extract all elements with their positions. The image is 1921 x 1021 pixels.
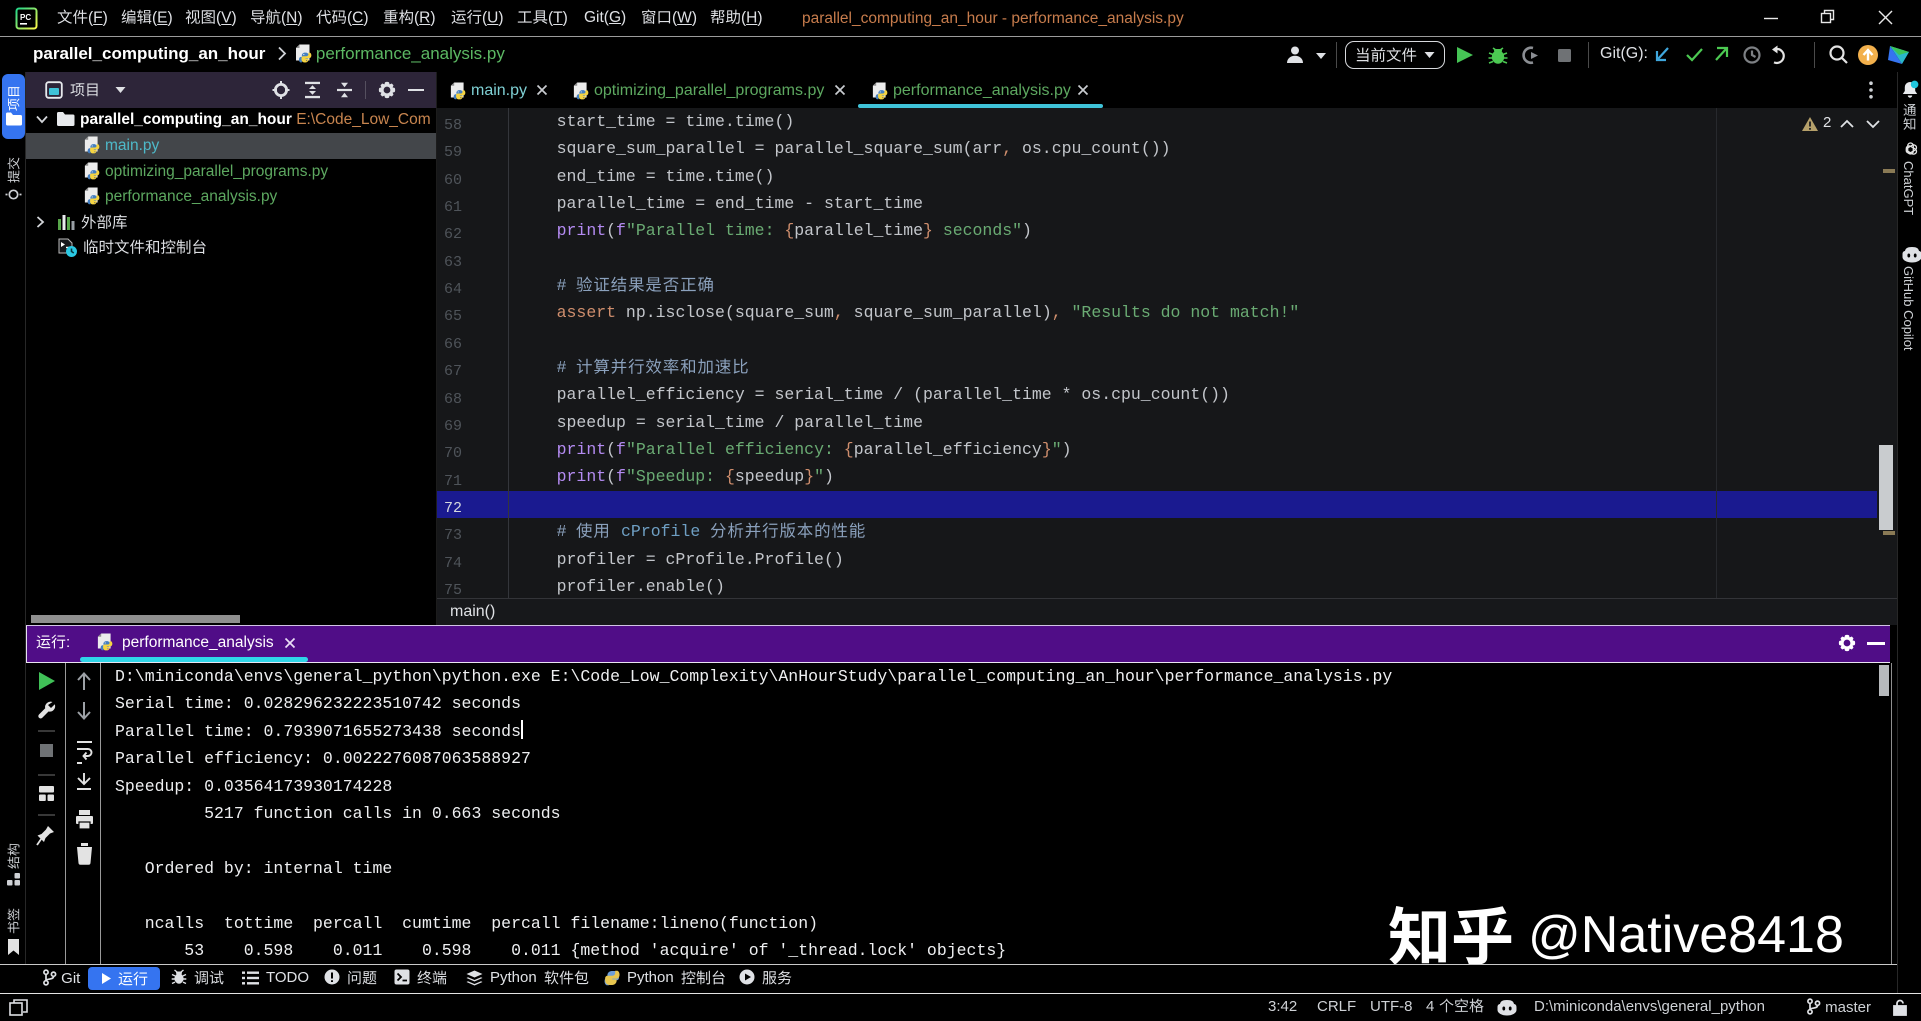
svg-text:PC: PC	[20, 13, 31, 22]
